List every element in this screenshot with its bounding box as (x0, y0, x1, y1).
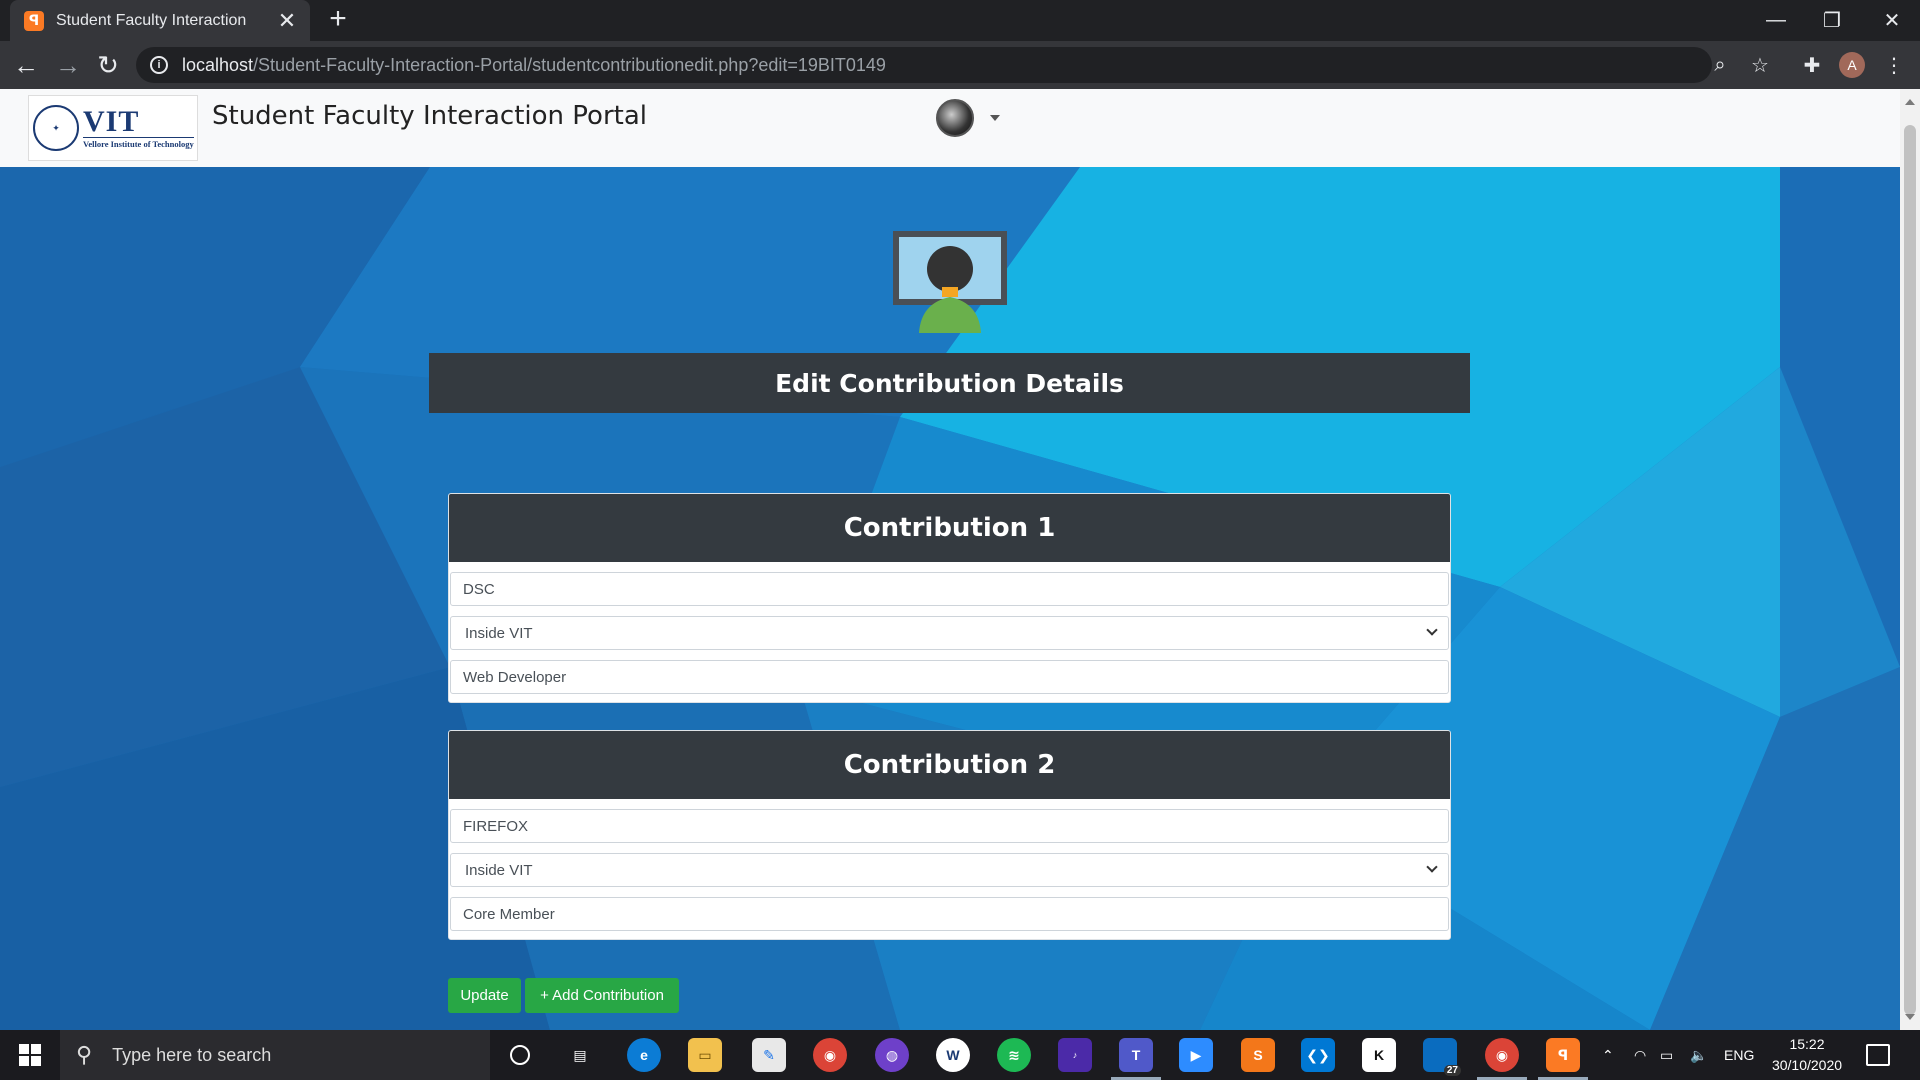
vscode-icon[interactable]: ❮❯ (1301, 1038, 1335, 1072)
bookmark-star-icon[interactable]: ☆ (1748, 53, 1772, 77)
xampp-favicon-icon: ꟼ (24, 10, 44, 31)
scroll-up-icon[interactable] (1905, 99, 1915, 105)
volume-icon[interactable]: 🔈 (1690, 1030, 1707, 1080)
url-path: /Student-Faculty-Interaction-Portal/stud… (253, 54, 886, 75)
browser-toolbar: ← → ↻ i localhost/Student-Faculty-Intera… (0, 41, 1920, 89)
new-tab-button[interactable]: + (324, 4, 352, 34)
chrome-profile-icon[interactable]: ◉ (1477, 1038, 1527, 1080)
card-title: Contribution 1 (843, 513, 1056, 543)
search-placeholder: Type here to search (112, 1044, 272, 1065)
select-value: Inside VIT (465, 624, 533, 642)
file-explorer-icon[interactable]: ▭ (688, 1038, 722, 1072)
profile-button[interactable]: A (1836, 49, 1868, 81)
chevron-down-icon (1426, 861, 1438, 873)
chevron-down-icon (1426, 624, 1438, 636)
search-icon: ⚲ (76, 1042, 93, 1067)
contribution-place-select[interactable]: Inside VIT (450, 853, 1449, 887)
clock-date: 30/10/2020 (1771, 1057, 1843, 1073)
scroll-down-icon[interactable] (1905, 1014, 1915, 1020)
zoom-icon[interactable]: ⌕ (1708, 53, 1732, 77)
page-scrollbar[interactable] (1900, 89, 1920, 1030)
browser-tab[interactable]: ꟼ Student Faculty Interaction ✕ (10, 0, 310, 41)
paint-app-icon[interactable]: ✎ (752, 1038, 786, 1072)
reload-icon[interactable]: ↻ (92, 49, 124, 81)
scrollbar-thumb[interactable] (1904, 125, 1916, 1015)
close-window-button[interactable]: ✕ (1864, 0, 1920, 41)
system-clock[interactable]: 15:22 30/10/2020 (1762, 1034, 1852, 1076)
contribution-place-select[interactable]: Inside VIT (450, 616, 1449, 650)
contribution-role-field[interactable]: Core Member (450, 897, 1449, 931)
amazon-music-icon[interactable]: ♪ (1058, 1038, 1092, 1072)
browser-tab-strip: ꟼ Student Faculty Interaction ✕ + — ❐ ✕ (0, 0, 1920, 41)
xampp-icon[interactable]: ꟼ (1538, 1038, 1588, 1080)
card-title: Contribution 2 (843, 750, 1056, 780)
word-app-icon[interactable]: W (936, 1038, 970, 1072)
battery-icon[interactable]: ▭ (1660, 1030, 1673, 1080)
select-value: Inside VIT (465, 861, 533, 879)
network-icon[interactable]: ◠ (1634, 1030, 1646, 1080)
contribution-card: Contribution 2 FIREFOX Inside VIT Core M… (448, 730, 1451, 940)
show-hidden-icons[interactable]: ⌃ (1602, 1030, 1614, 1080)
update-button[interactable]: Update (448, 978, 521, 1013)
chrome-icon[interactable]: ◉ (813, 1038, 847, 1072)
contribution-card: Contribution 1 DSC Inside VIT Web Develo… (448, 493, 1451, 703)
page-heading-bar: Edit Contribution Details (429, 353, 1470, 413)
add-contribution-button[interactable]: + Add Contribution (525, 978, 679, 1013)
contribution-name-field[interactable]: DSC (450, 572, 1449, 606)
extensions-puzzle-icon[interactable]: ✚ (1796, 49, 1828, 81)
url-host: localhost (182, 54, 254, 75)
tab-close-icon[interactable]: ✕ (276, 9, 298, 32)
zoom-app-icon[interactable]: ▶ (1179, 1038, 1213, 1072)
language-indicator[interactable]: ENG (1724, 1030, 1754, 1080)
restore-button[interactable]: ❐ (1804, 0, 1860, 41)
teams-icon[interactable]: T (1111, 1038, 1161, 1080)
tab-title: Student Faculty Interaction (56, 11, 247, 29)
university-seal-icon: ✦ (33, 105, 79, 151)
contribution-name-field[interactable]: FIREFOX (450, 809, 1449, 843)
vit-logo[interactable]: ✦ VIT Vellore Institute of Technology (28, 95, 198, 161)
profile-avatar: A (1839, 52, 1865, 78)
logo-main-text: VIT (83, 105, 140, 138)
task-view-icon[interactable]: ▤ (563, 1038, 597, 1072)
minimize-button[interactable]: — (1748, 0, 1804, 41)
user-avatar[interactable] (936, 99, 974, 137)
spotify-icon[interactable]: ≋ (997, 1038, 1031, 1072)
github-desktop-icon[interactable]: ◍ (875, 1038, 909, 1072)
card-header: Contribution 1 (449, 494, 1450, 562)
clock-time: 15:22 (1789, 1036, 1825, 1052)
dropdown-caret-icon[interactable] (990, 115, 1000, 121)
edge-icon[interactable]: e (627, 1038, 661, 1072)
site-info-icon[interactable]: i (150, 56, 168, 74)
start-button[interactable] (0, 1030, 60, 1080)
windows-taskbar: ⚲ Type here to search ▤ e ▭ ✎ ◉ ◍ W ≋ ♪ … (0, 1030, 1920, 1080)
windows-logo-icon (19, 1044, 41, 1066)
notes-app-icon[interactable]: 27 (1423, 1038, 1461, 1076)
kite-app-icon[interactable]: K (1362, 1038, 1396, 1072)
card-header: Contribution 2 (449, 731, 1450, 799)
app-badge-count: 27 (1443, 1065, 1461, 1076)
browser-menu-icon[interactable]: ⋮ (1878, 49, 1910, 81)
page-title: Edit Contribution Details (775, 368, 1124, 398)
forward-arrow-icon[interactable]: → (52, 49, 84, 81)
taskbar-search-box[interactable]: ⚲ Type here to search (60, 1030, 490, 1080)
brand-title[interactable]: Student Faculty Interaction Portal (212, 101, 647, 131)
action-center-icon[interactable] (1866, 1044, 1890, 1066)
contribution-role-field[interactable]: Web Developer (450, 660, 1449, 694)
address-bar[interactable]: i localhost/Student-Faculty-Interaction-… (136, 47, 1769, 83)
site-navbar: ✦ VIT Vellore Institute of Technology St… (0, 89, 1900, 167)
back-arrow-icon[interactable]: ← (10, 49, 42, 81)
page-viewport: ✦ VIT Vellore Institute of Technology St… (0, 89, 1900, 1030)
cortana-icon[interactable] (503, 1038, 537, 1072)
logo-sub-text: Vellore Institute of Technology (83, 137, 194, 149)
student-monitor-icon (893, 231, 1007, 333)
sublime-text-icon[interactable]: S (1241, 1038, 1275, 1072)
